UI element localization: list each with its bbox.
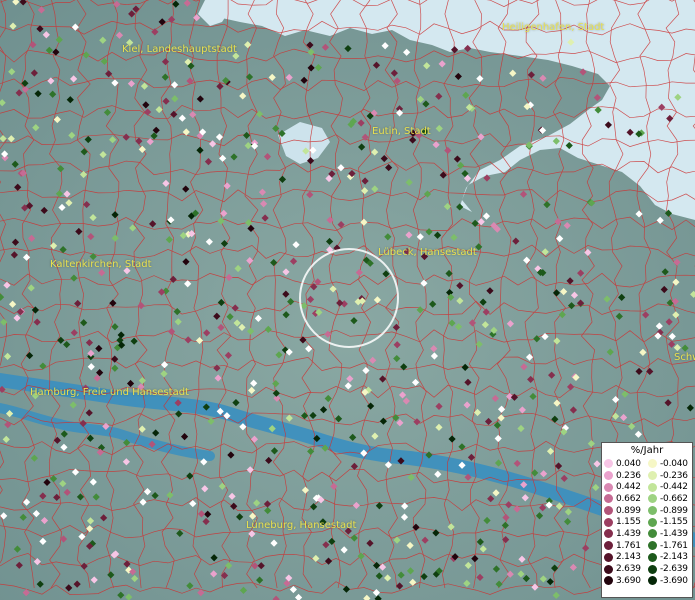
legend-entry-pos: 1.439 <box>604 529 648 539</box>
legend-entry-neg: -0.662 <box>648 494 692 504</box>
legend-value: 0.236 <box>616 470 641 481</box>
legend-value: -1.761 <box>660 540 688 551</box>
legend-value: -3.690 <box>660 575 688 586</box>
legend-row: 0.442 -0.442 <box>604 481 692 493</box>
legend-swatch <box>604 529 613 539</box>
legend-swatch <box>604 471 613 481</box>
legend-value: -1.439 <box>660 528 688 539</box>
legend-entry-pos: 2.639 <box>604 564 648 574</box>
legend-entry-neg: -1.155 <box>648 517 692 527</box>
legend-swatch <box>648 494 657 504</box>
legend-swatch <box>648 506 657 516</box>
legend-entry-pos: 0.899 <box>604 506 648 516</box>
legend-row: 2.143 -2.143 <box>604 552 692 564</box>
legend-row: 0.236 -0.236 <box>604 470 692 482</box>
place-label-luebeck: Lübeck, Hansestadt <box>378 247 477 258</box>
legend-entry-neg: -2.143 <box>648 552 692 562</box>
legend-row: 2.639 -2.639 <box>604 563 692 575</box>
legend-row: 1.439 -1.439 <box>604 528 692 540</box>
legend-swatch <box>604 552 613 562</box>
legend-entry-pos: 0.040 <box>604 459 648 469</box>
legend-value: 0.442 <box>616 482 641 493</box>
legend-swatch <box>604 494 613 504</box>
legend-value: 1.155 <box>616 517 641 528</box>
legend-entry-pos: 0.236 <box>604 471 648 481</box>
legend-swatch <box>604 517 613 527</box>
legend-value: 0.899 <box>616 505 641 516</box>
legend-row: 3.690 -3.690 <box>604 575 692 587</box>
legend-value: -0.899 <box>660 505 688 516</box>
legend-entry-neg: -1.761 <box>648 541 692 551</box>
legend-swatch <box>604 564 613 574</box>
place-label-schw: Schw <box>674 352 695 363</box>
legend-entry-neg: -3.690 <box>648 576 692 586</box>
legend-swatch <box>604 482 613 492</box>
legend-value: -0.662 <box>660 493 688 504</box>
legend-swatch <box>604 541 613 551</box>
legend-entry-pos: 0.662 <box>604 494 648 504</box>
legend-swatch <box>604 576 613 586</box>
legend-entry-neg: -1.439 <box>648 529 692 539</box>
legend-entry-neg: -0.236 <box>648 471 692 481</box>
place-label-lueneburg: Lüneburg, Hansestadt <box>246 520 357 531</box>
legend-entry-neg: -0.899 <box>648 506 692 516</box>
legend-entry-neg: -2.639 <box>648 564 692 574</box>
legend-row: 1.761 -1.761 <box>604 540 692 552</box>
legend-row: 0.662 -0.662 <box>604 493 692 505</box>
legend-value: 3.690 <box>616 575 641 586</box>
legend-entry-pos: 1.761 <box>604 541 648 551</box>
legend-swatch <box>604 506 613 516</box>
legend-value: -1.155 <box>660 517 688 528</box>
legend-swatch <box>648 482 657 492</box>
legend-value: 0.040 <box>616 458 641 469</box>
place-label-eutin: Eutin, Stadt <box>372 126 431 137</box>
legend-entry-pos: 2.143 <box>604 552 648 562</box>
legend-swatch <box>648 529 657 539</box>
legend-value: 0.662 <box>616 493 641 504</box>
legend-value: 2.143 <box>616 552 641 563</box>
legend-entry-pos: 1.155 <box>604 517 648 527</box>
legend-row: 0.899 -0.899 <box>604 505 692 517</box>
legend-swatch <box>648 564 657 574</box>
legend-entry-neg: -0.040 <box>648 459 692 469</box>
legend-value: -0.040 <box>660 458 688 469</box>
legend-swatch <box>648 552 657 562</box>
legend-swatch <box>648 459 657 469</box>
legend-value: -2.639 <box>660 564 688 575</box>
legend-value: -0.442 <box>660 482 688 493</box>
legend-value: -0.236 <box>660 470 688 481</box>
legend-row: 1.155 -1.155 <box>604 516 692 528</box>
legend-unit: %/Jahr <box>630 445 664 456</box>
legend-entry-pos: 3.690 <box>604 576 648 586</box>
legend-row: 0.040 -0.040 <box>604 458 692 470</box>
legend-swatch <box>648 576 657 586</box>
legend: %/Jahr 0.040 -0.040 0.236 -0.236 0.442 -0.442… <box>601 442 693 598</box>
legend-entry-pos: 0.442 <box>604 482 648 492</box>
legend-value: 2.639 <box>616 564 641 575</box>
legend-rows: 0.040 -0.040 0.236 -0.236 0.442 -0.442 0.662 -0… <box>604 458 692 587</box>
place-label-hamburg: Hamburg, Freie und Hansestadt <box>30 387 189 398</box>
legend-swatch <box>648 541 657 551</box>
legend-entry-neg: -0.442 <box>648 482 692 492</box>
legend-value: 1.761 <box>616 540 641 551</box>
place-label-kiel: Kiel, Landeshauptstadt <box>122 44 237 55</box>
legend-swatch <box>604 459 613 469</box>
map-canvas[interactable] <box>0 0 695 600</box>
place-label-kaltenkirchen: Kaltenkirchen, Stadt <box>50 259 152 270</box>
legend-swatch <box>648 471 657 481</box>
place-label-heiligenhafen: Heiligenhafen, Stadt <box>502 22 605 33</box>
legend-value: -2.143 <box>660 552 688 563</box>
legend-value: 1.439 <box>616 528 641 539</box>
legend-swatch <box>648 517 657 527</box>
